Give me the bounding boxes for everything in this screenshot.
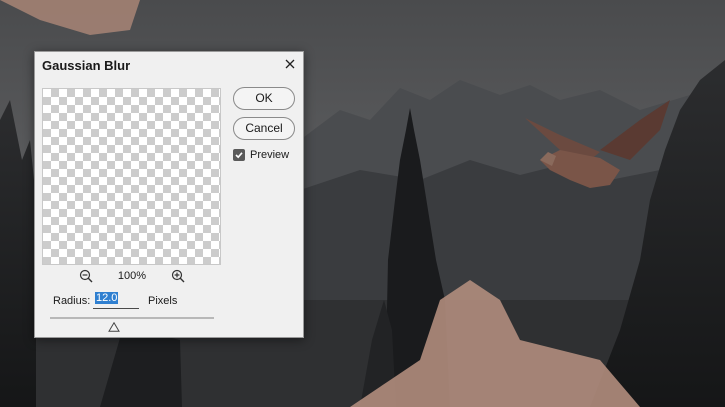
- close-button[interactable]: [281, 55, 299, 73]
- left-cliff: [0, 100, 36, 407]
- preview-label: Preview: [250, 149, 290, 161]
- radius-unit: Pixels: [148, 295, 178, 307]
- radius-value: 12.0: [95, 292, 119, 304]
- slider-thumb-icon: [108, 321, 120, 332]
- gaussian-blur-dialog: Gaussian Blur OK Cancel Preview 100% Rad…: [34, 51, 304, 338]
- cancel-button[interactable]: Cancel: [233, 117, 295, 140]
- zoom-in-icon: [171, 269, 185, 283]
- radius-slider-thumb[interactable]: [108, 319, 120, 332]
- close-icon: [285, 59, 295, 69]
- checkmark-icon: [235, 152, 243, 159]
- preview-toggle[interactable]: Preview: [233, 149, 289, 161]
- dialog-title: Gaussian Blur: [42, 58, 131, 73]
- ok-button[interactable]: OK: [233, 87, 295, 110]
- radius-label: Radius:: [53, 295, 91, 307]
- preview-checkbox[interactable]: [233, 149, 245, 161]
- zoom-out-icon: [79, 269, 93, 283]
- radius-slider-track[interactable]: [50, 317, 214, 319]
- radius-input[interactable]: 12.0: [93, 292, 139, 309]
- zoom-in-button[interactable]: [171, 269, 185, 283]
- zoom-level: 100%: [117, 270, 147, 282]
- zoom-out-button[interactable]: [79, 269, 93, 283]
- preview-thumbnail[interactable]: [42, 88, 221, 265]
